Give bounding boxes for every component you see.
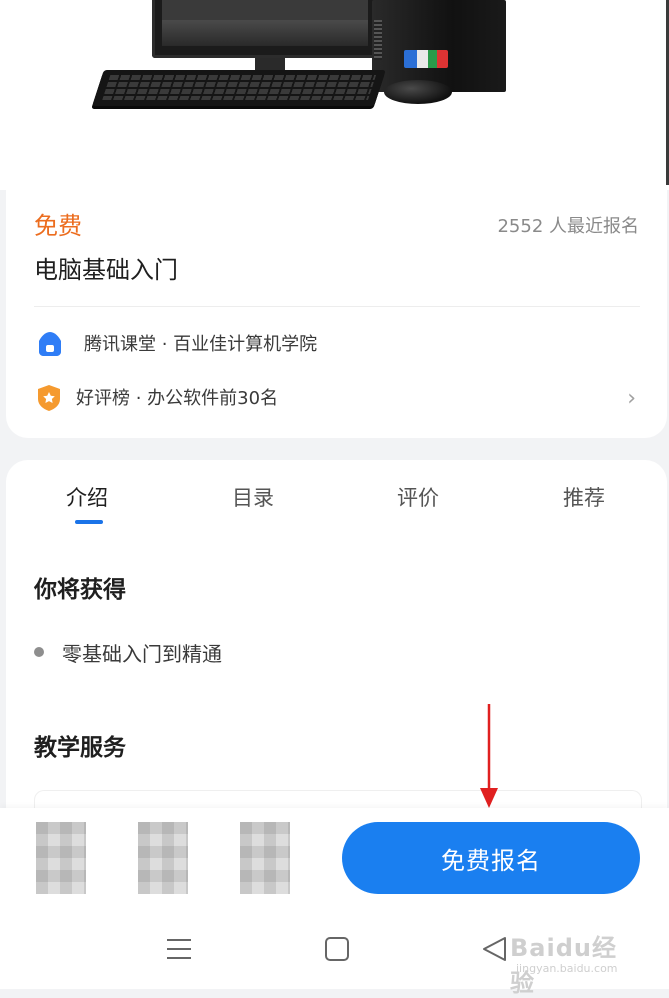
gain-item: 零基础入门到精通 <box>62 642 222 666</box>
tab-catalog[interactable]: 目录 <box>232 482 274 512</box>
institution-link[interactable]: 腾讯课堂 · 百业佳计算机学院 <box>34 324 640 364</box>
free-enroll-button[interactable]: 免费报名 <box>342 822 640 894</box>
home-icon[interactable] <box>322 934 352 964</box>
course-title: 电脑基础入门 <box>34 256 178 284</box>
pc-tower-graphic <box>372 0 506 92</box>
watermark-sub: jingyan.baidu.com <box>516 962 618 975</box>
divider <box>34 306 640 307</box>
course-detail-panel: 介绍 目录 评价 推荐 你将获得 零基础入门到精通 教学服务 <box>6 460 667 860</box>
institution-name: 腾讯课堂 · 百业佳计算机学院 <box>84 334 318 355</box>
baidu-watermark: Baidu经验 jingyan.baidu.com <box>510 928 640 997</box>
monitor-graphic <box>152 0 380 58</box>
tab-intro[interactable]: 介绍 <box>66 482 108 512</box>
tab-recommend[interactable]: 推荐 <box>563 482 605 512</box>
system-navigation-bar: Baidu经验 jingyan.baidu.com <box>0 908 669 997</box>
blurred-action-icon[interactable] <box>138 822 188 894</box>
institution-home-icon <box>39 332 61 356</box>
course-price: 免费 <box>34 212 82 240</box>
ranking-text: 好评榜 · 办公软件前30名 <box>76 388 279 409</box>
blurred-action-icon[interactable] <box>36 822 86 894</box>
ranking-link[interactable]: 好评榜 · 办公软件前30名 › <box>34 378 640 418</box>
keyboard-graphic <box>92 70 386 106</box>
mouse-graphic <box>384 80 452 104</box>
tab-reviews[interactable]: 评价 <box>397 482 439 512</box>
service-section-title: 教学服务 <box>34 735 126 761</box>
bottom-action-bar: 免费报名 <box>0 808 669 908</box>
badge-icon <box>38 385 60 411</box>
course-info-card: 免费 2552 人最近报名 电脑基础入门 腾讯课堂 · 百业佳计算机学院 好评榜… <box>6 190 667 438</box>
enroll-count: 2552 人最近报名 <box>497 216 639 237</box>
blurred-action-icon[interactable] <box>240 822 290 894</box>
course-cover-image <box>0 0 669 190</box>
bullet-icon <box>34 647 44 657</box>
back-icon[interactable] <box>480 934 510 964</box>
chevron-right-icon: › <box>627 386 636 411</box>
annotation-arrow-icon <box>480 704 498 808</box>
gain-section-title: 你将获得 <box>34 577 126 603</box>
active-tab-indicator <box>75 520 103 524</box>
menu-icon[interactable] <box>164 934 194 964</box>
tab-bar: 介绍 目录 评价 推荐 <box>6 460 667 530</box>
